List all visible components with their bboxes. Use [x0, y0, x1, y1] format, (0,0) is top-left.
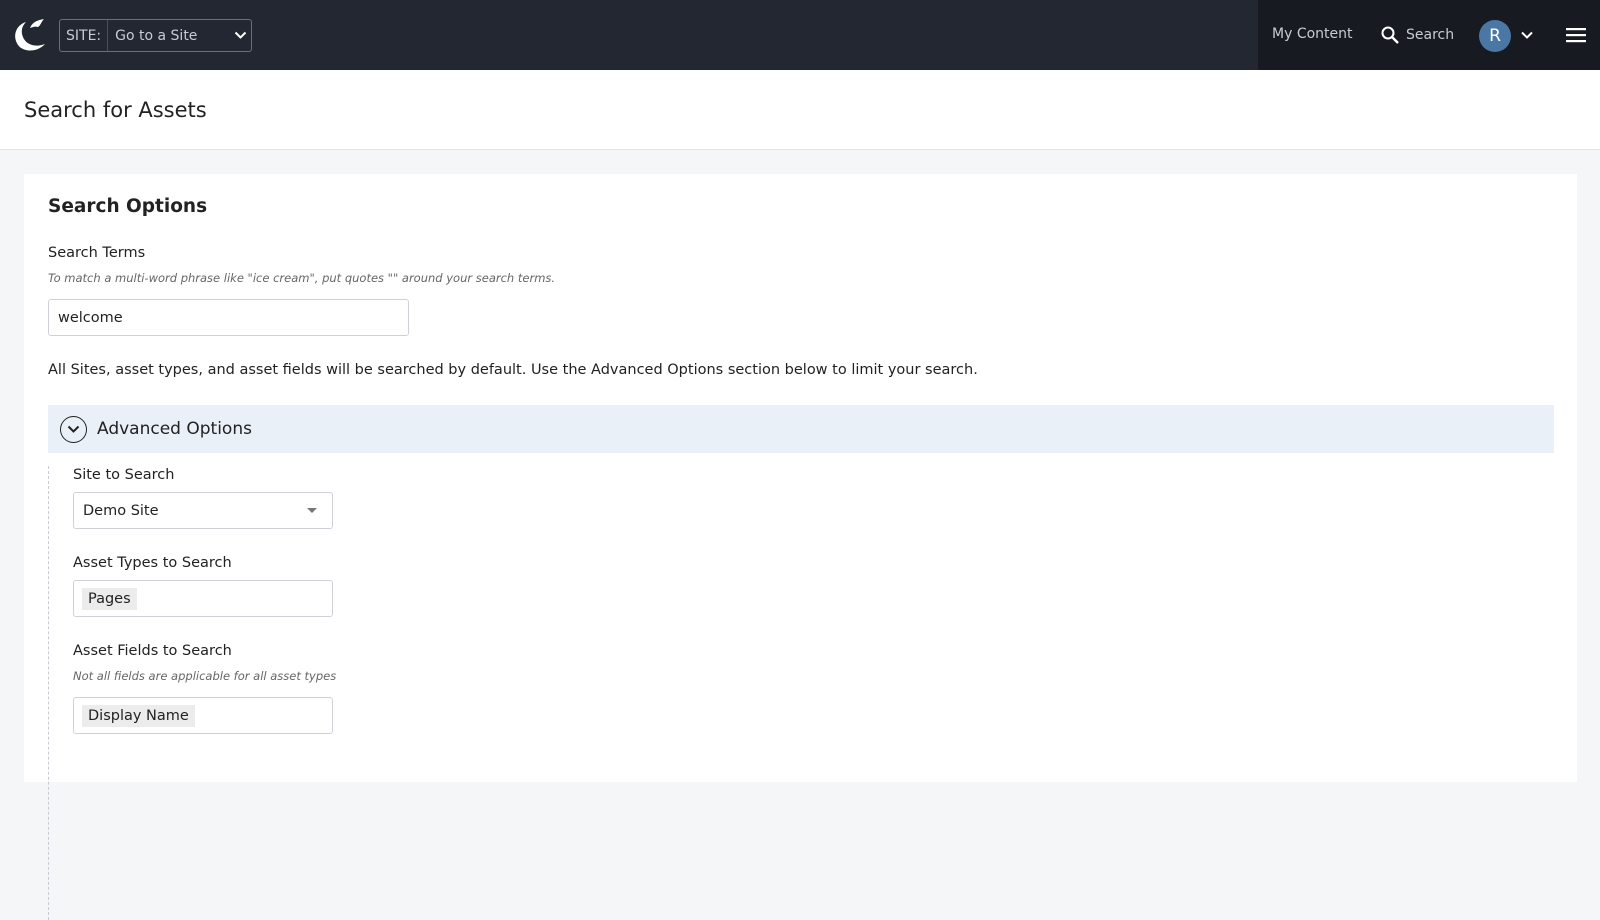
search-link[interactable]: Search	[1380, 22, 1454, 48]
site-to-search-value: Demo Site	[83, 502, 159, 519]
search-scope-info: All Sites, asset types, and asset fields…	[48, 362, 978, 378]
my-content-link[interactable]: My Content	[1272, 26, 1353, 42]
page-header: Search for Assets	[0, 70, 1600, 150]
asset-fields-input[interactable]: Display Name	[73, 697, 333, 734]
search-link-label: Search	[1406, 27, 1455, 43]
asset-types-label: Asset Types to Search	[73, 555, 232, 571]
chevron-down-icon	[229, 20, 251, 51]
search-terms-hint: To match a multi-word phrase like "ice c…	[48, 271, 556, 285]
collapse-toggle-icon[interactable]	[60, 415, 87, 443]
user-menu-chevron-icon[interactable]	[1518, 26, 1536, 44]
asset-fields-hint: Not all fields are applicable for all as…	[73, 669, 337, 683]
site-label: SITE:	[60, 20, 109, 51]
advanced-options-body	[48, 466, 49, 920]
site-to-search-select[interactable]: Demo Site	[73, 492, 333, 529]
asset-types-input[interactable]: Pages	[73, 580, 333, 617]
user-avatar[interactable]: R	[1479, 20, 1511, 52]
hamburger-menu-icon[interactable]	[1566, 27, 1586, 43]
advanced-options-title: Advanced Options	[97, 419, 252, 439]
asset-fields-label: Asset Fields to Search	[73, 643, 232, 659]
advanced-options-header[interactable]: Advanced Options	[48, 405, 1554, 453]
logo-icon[interactable]	[12, 16, 48, 54]
search-icon	[1381, 26, 1399, 44]
search-options-card: Search Options Search Terms To match a m…	[24, 174, 1577, 920]
search-terms-input[interactable]	[48, 299, 409, 336]
site-switcher-dropdown[interactable]: SITE: Go to a Site	[59, 19, 252, 52]
search-terms-label: Search Terms	[48, 245, 146, 261]
site-to-search-label: Site to Search	[73, 467, 175, 483]
asset-field-tag[interactable]: Display Name	[82, 704, 195, 727]
asset-type-tag[interactable]: Pages	[82, 587, 137, 610]
search-options-heading: Search Options	[48, 196, 208, 217]
page-title: Search for Assets	[24, 98, 207, 122]
site-switcher-value: Go to a Site	[115, 27, 198, 44]
top-navbar: SITE: Go to a Site My Content Search R	[0, 0, 1600, 70]
caret-down-icon	[307, 508, 317, 513]
